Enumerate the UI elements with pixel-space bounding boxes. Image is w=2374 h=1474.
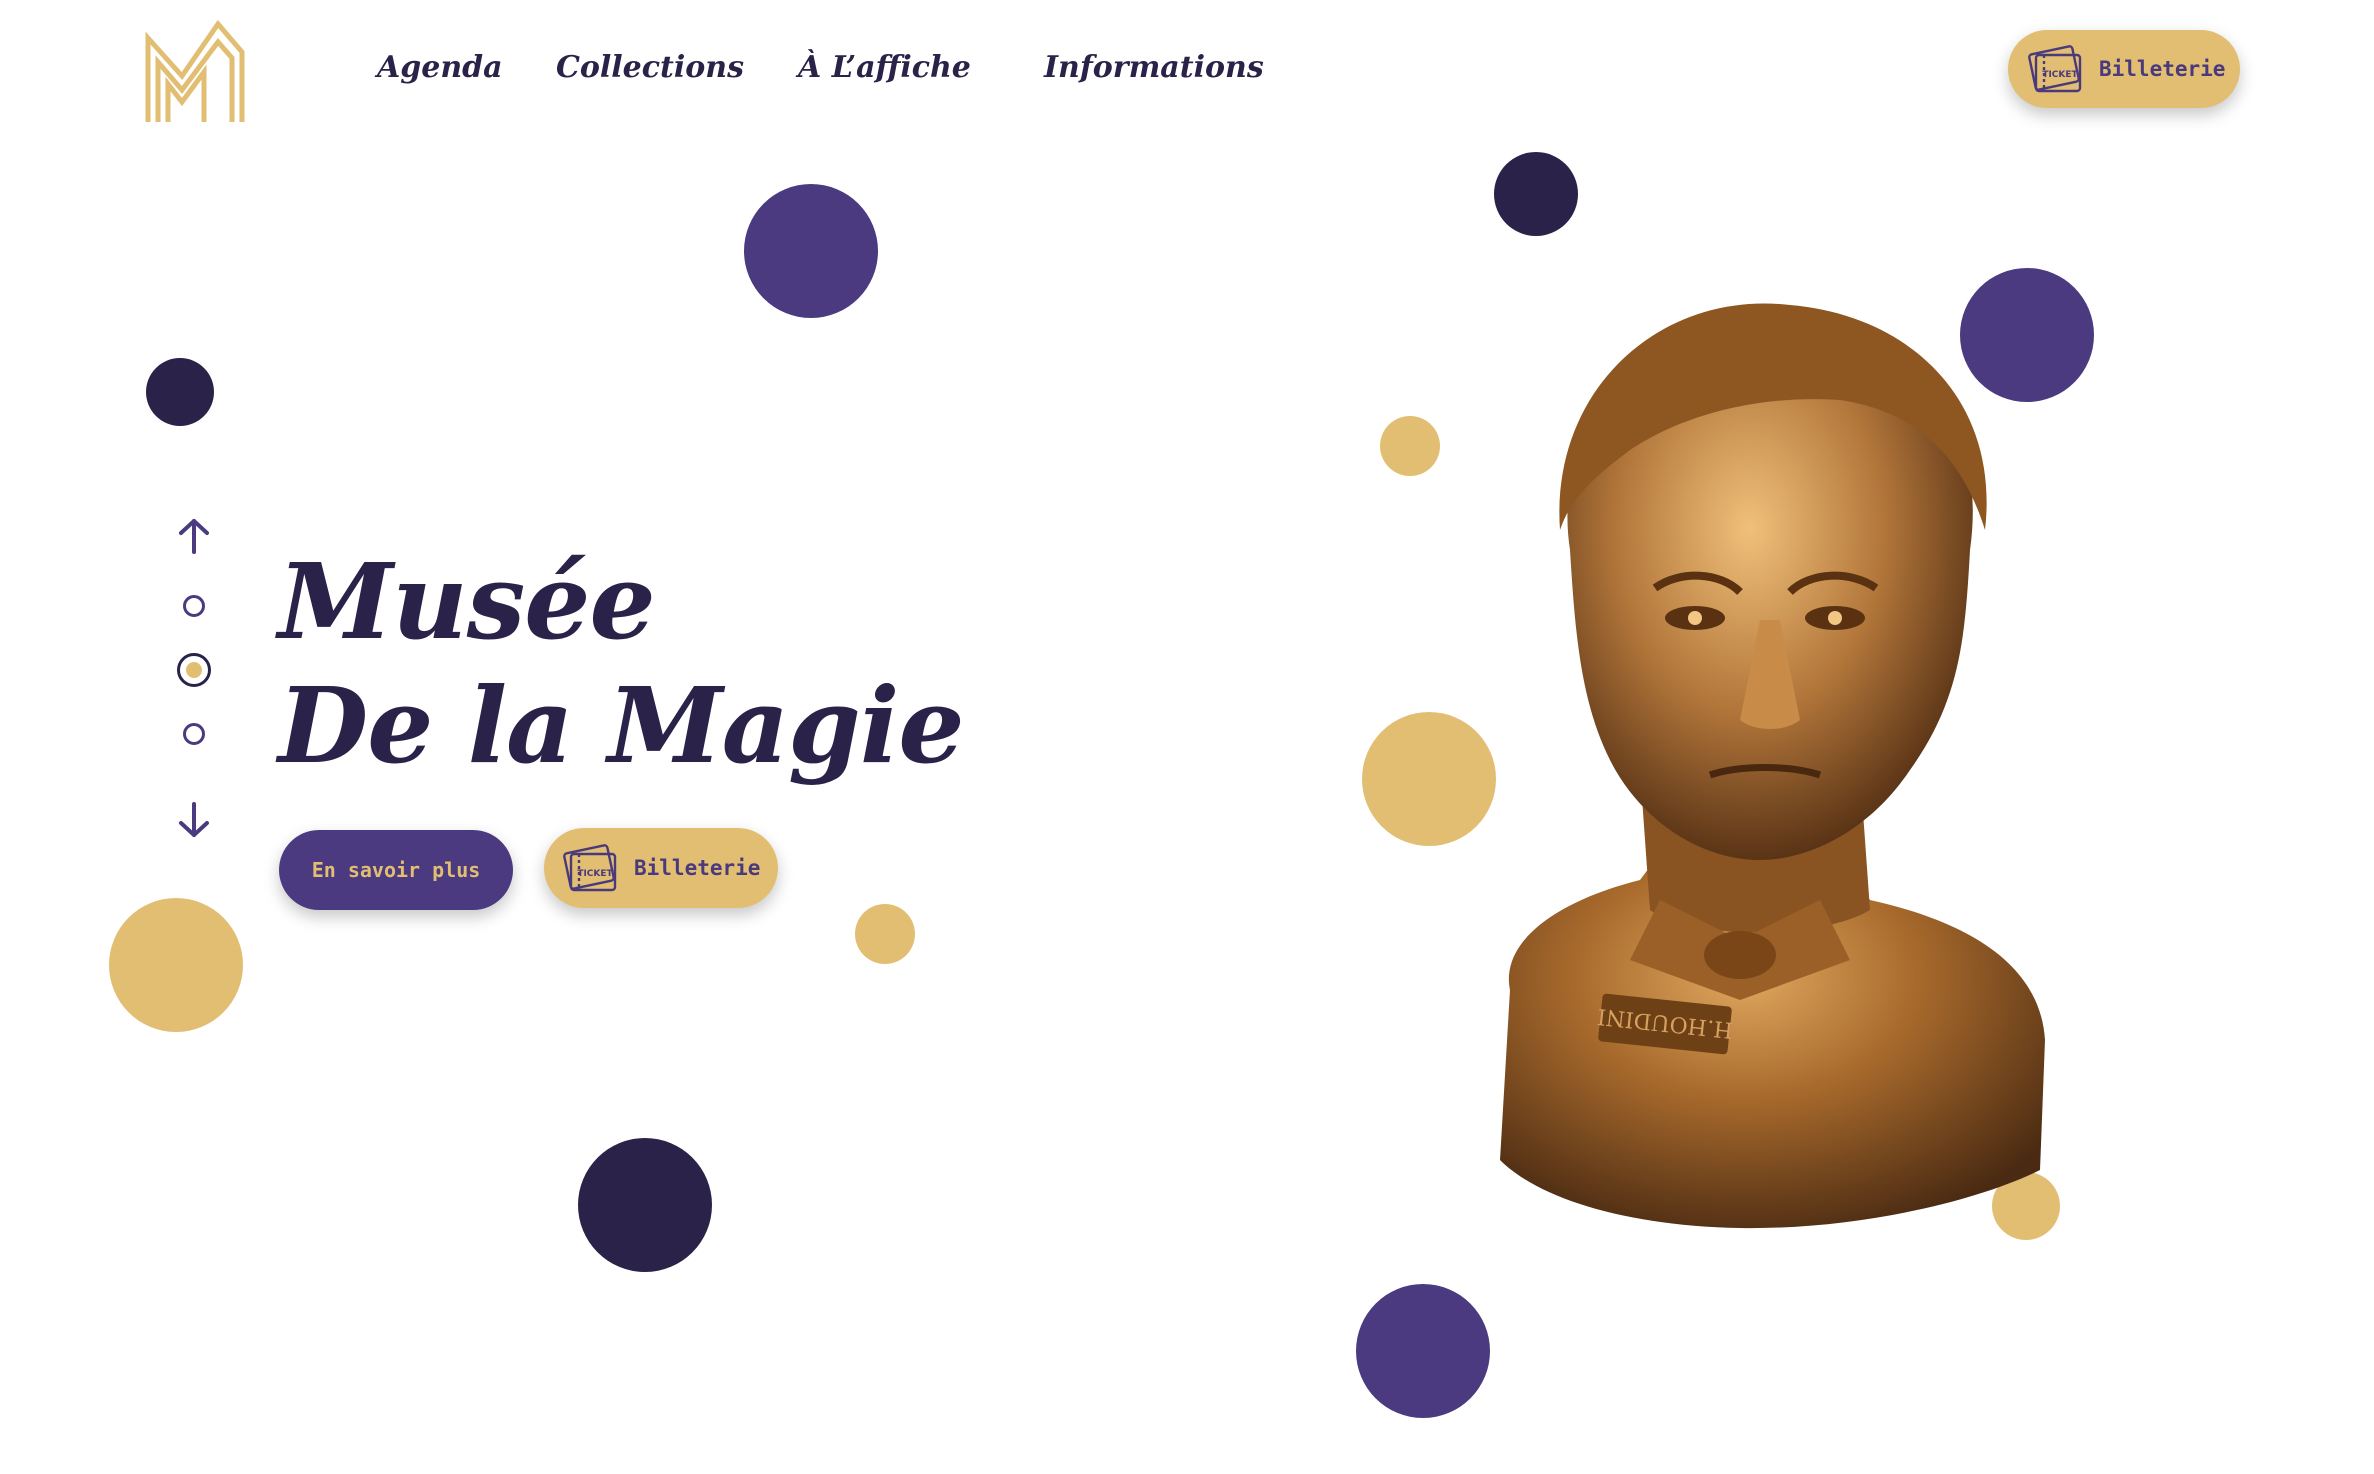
learn-more-label: En savoir plus [311,858,481,882]
hero-ticket-button[interactable]: TICKET Billeterie [544,828,778,908]
decor-circle [1494,152,1578,236]
decor-circle [744,184,878,318]
pager-dot[interactable] [183,723,205,745]
svg-text:TICKET: TICKET [2042,70,2078,80]
header-ticket-button[interactable]: TICKET Billeterie [2008,30,2240,108]
decor-circle [578,1138,712,1272]
hero-ticket-label: Billeterie [634,856,761,880]
pager-dot-active[interactable] [177,653,211,687]
ticket-icon: TICKET [563,844,617,892]
decor-circle [1356,1284,1490,1418]
nav-agenda[interactable]: Agenda [377,50,503,85]
decor-circle [855,904,915,964]
header-ticket-label: Billeterie [2099,57,2226,81]
arrow-up-icon[interactable] [176,516,212,556]
nav-collections[interactable]: Collections [556,50,744,85]
pager-dot-fill [186,662,202,678]
museum-logo[interactable] [142,18,248,124]
houdini-bust-image: H.HOUDINI [1500,303,2045,1229]
nav-informations[interactable]: Informations [1044,50,1264,85]
nav-a-l-affiche[interactable]: À L’affiche [798,50,971,85]
hero-title-line-1: Musée [278,540,656,663]
ticket-icon: TICKET [2028,45,2082,93]
decor-circle [146,358,214,426]
pager-dot[interactable] [183,595,205,617]
svg-text:TICKET: TICKET [577,869,613,879]
hero-title-line-2: De la Magie [278,664,965,787]
arrow-down-icon[interactable] [176,800,212,840]
learn-more-button[interactable]: En savoir plus [279,830,513,910]
decor-circle [1380,416,1440,476]
decor-circle [109,898,243,1032]
